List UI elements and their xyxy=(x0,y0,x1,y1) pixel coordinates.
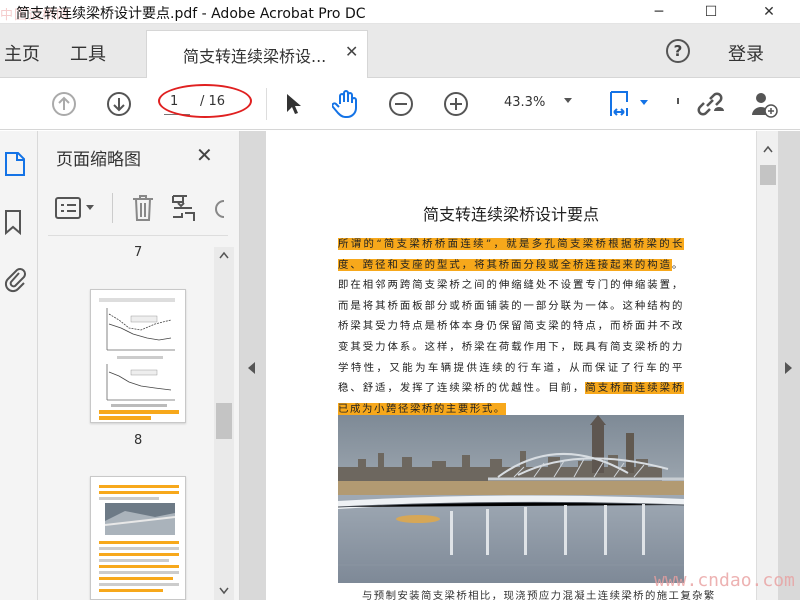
thumbnails-panel: 页面缩略图 ✕ 7 8 xyxy=(38,131,240,600)
zoom-dropdown-icon[interactable] xyxy=(564,98,572,103)
previous-page-icon[interactable] xyxy=(48,88,80,120)
thumbnail-label-7: 7 xyxy=(134,245,143,260)
close-panel-icon[interactable]: ✕ xyxy=(196,143,213,167)
watermark-bottom-right: www.cndao.com xyxy=(654,570,795,591)
close-window-button[interactable]: ✕ xyxy=(746,0,792,24)
help-icon[interactable]: ? xyxy=(666,39,690,63)
login-button[interactable]: 登录 xyxy=(728,40,764,66)
thumbnail-toolbar-divider xyxy=(112,193,113,223)
fit-page-icon[interactable] xyxy=(606,88,652,120)
paragraph-end: 。 xyxy=(493,402,506,415)
share-link-icon[interactable] xyxy=(694,88,726,120)
delete-page-icon[interactable] xyxy=(130,193,156,227)
paragraph-text: 。即在相邻两跨简支梁桥之间的伸缩缝处不设置专门的伸缩装置，而是将其桥面板部分或桥… xyxy=(338,258,684,395)
bookmark-icon[interactable] xyxy=(4,209,26,236)
zoom-out-icon[interactable] xyxy=(385,88,417,120)
zoom-level[interactable]: 43.3% xyxy=(504,95,545,110)
page-number-annotation-oval xyxy=(158,84,252,118)
rotate-page-icon[interactable] xyxy=(212,195,226,225)
thumbnail-toolbar xyxy=(54,189,234,225)
hand-tool-icon[interactable] xyxy=(330,88,362,120)
thumbnail-page-7[interactable] xyxy=(90,289,186,423)
more-tools-icon[interactable] xyxy=(674,88,684,120)
document-scroll-thumb[interactable] xyxy=(760,165,776,185)
thumbnail-page-8[interactable] xyxy=(90,476,186,600)
tab-bar: 主页 工具 简支转连续梁桥设... ✕ ? 登录 xyxy=(0,24,800,78)
maximize-button[interactable]: ☐ xyxy=(688,0,734,24)
extract-page-icon[interactable] xyxy=(170,193,198,227)
next-page-icon[interactable] xyxy=(103,88,135,120)
expand-right-panel-icon[interactable] xyxy=(785,362,792,374)
toolbar-divider xyxy=(266,88,267,120)
select-cursor-icon[interactable] xyxy=(276,88,308,120)
document-scrollbar[interactable] xyxy=(756,131,778,600)
document-tab-title: 简支转连续梁桥设... xyxy=(183,47,327,66)
bridge-photo xyxy=(338,415,684,583)
scroll-down-icon[interactable] xyxy=(219,587,229,595)
toolbar: 1 / 16 43.3% xyxy=(0,78,800,130)
highlighted-text: 所谓的“简支梁桥桥面连续”，就是多孔简支梁桥根据桥梁的长度、跨径和支座的型式，将… xyxy=(338,238,684,271)
zoom-in-icon[interactable] xyxy=(440,88,472,120)
scroll-up-icon[interactable] xyxy=(219,251,229,259)
document-title: 简支转连续梁桥设计要点 xyxy=(422,205,599,224)
tab-document[interactable]: 简支转连续梁桥设... ✕ xyxy=(146,30,368,78)
title-bar: 中国道桥网 简支转连续梁桥设计要点.pdf - Adobe Acrobat Pr… xyxy=(0,0,800,24)
thumbnail-label-8: 8 xyxy=(134,433,143,448)
thumbnail-options-icon[interactable] xyxy=(54,195,98,225)
window-title: 简支转连续梁桥设计要点.pdf - Adobe Acrobat Pro DC xyxy=(16,6,366,22)
tab-home[interactable]: 主页 xyxy=(4,40,40,66)
pdf-page: 简支转连续梁桥设计要点 所谓的“简支梁桥桥面连续”，就是多孔简支梁桥根据桥梁的长… xyxy=(266,131,756,600)
thumbnails-panel-title: 页面缩略图 xyxy=(56,150,141,170)
thumbnail-divider xyxy=(48,235,228,236)
attachment-icon[interactable] xyxy=(4,265,26,293)
add-user-icon[interactable] xyxy=(748,88,780,120)
collapse-left-panel-icon[interactable] xyxy=(248,362,255,374)
thumbnails-scroll-thumb[interactable] xyxy=(216,403,232,439)
tab-tools[interactable]: 工具 xyxy=(70,40,106,66)
thumbnails-scrollbar[interactable] xyxy=(214,247,234,600)
page-thumbnails-icon[interactable] xyxy=(4,151,26,177)
minimize-button[interactable]: ─ xyxy=(636,0,682,24)
left-tool-rail xyxy=(0,131,38,600)
doc-scroll-up-icon[interactable] xyxy=(763,145,773,153)
close-tab-icon[interactable]: ✕ xyxy=(345,42,358,61)
document-paragraph: 所谓的“简支梁桥桥面连续”，就是多孔简支梁桥根据桥梁的长度、跨径和支座的型式，将… xyxy=(338,234,684,419)
